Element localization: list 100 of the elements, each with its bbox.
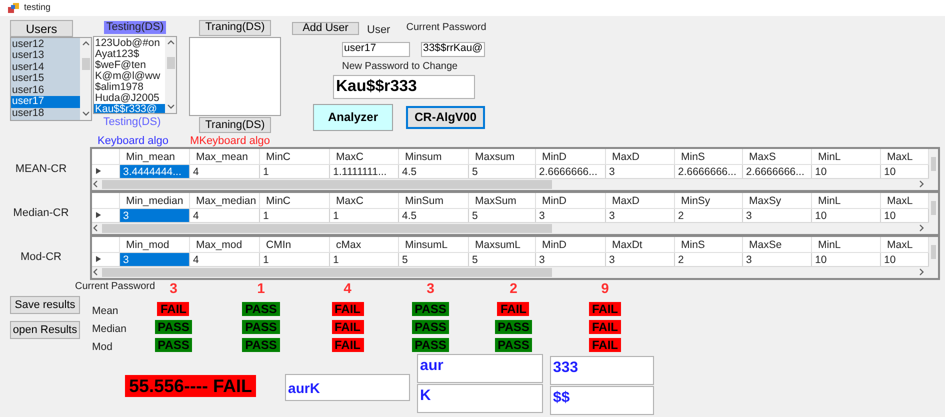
list-item[interactable]: user18: [11, 108, 80, 119]
column-header[interactable]: MinS: [675, 148, 743, 164]
table-cell[interactable]: 4.5: [399, 208, 469, 222]
table-cell[interactable]: 1: [260, 164, 330, 178]
list-item[interactable]: user17: [11, 96, 80, 108]
column-header[interactable]: Min_median: [120, 192, 190, 208]
table-cell[interactable]: 4: [190, 164, 260, 178]
table-cell[interactable]: 1: [330, 208, 399, 222]
table-cell[interactable]: 10: [812, 252, 881, 266]
scroll-left-icon[interactable]: [92, 180, 100, 188]
column-header[interactable]: Min_mean: [120, 148, 190, 164]
vertical-scrollbar[interactable]: [929, 192, 938, 234]
table-cell[interactable]: 2: [675, 208, 743, 222]
column-header[interactable]: MinD: [536, 148, 606, 164]
text-field[interactable]: 333: [550, 356, 654, 385]
column-header[interactable]: MinSy: [675, 192, 743, 208]
scroll-thumb[interactable]: [102, 224, 552, 232]
column-header[interactable]: MaxD: [606, 148, 675, 164]
list-item[interactable]: 123Uob@#on: [94, 38, 165, 48]
button[interactable]: Traning(DS): [199, 117, 271, 133]
table-cell[interactable]: 5: [469, 252, 536, 266]
column-header[interactable]: MinL: [812, 192, 881, 208]
table-cell[interactable]: 3: [536, 208, 606, 222]
column-header[interactable]: MaxSum: [469, 192, 536, 208]
scroll-right-icon[interactable]: [918, 180, 926, 188]
column-header[interactable]: Min_mod: [120, 236, 190, 252]
scroll-thumb[interactable]: [931, 200, 936, 214]
column-header[interactable]: MinsumL: [399, 236, 469, 252]
text-field[interactable]: 33$$rrKau@: [421, 42, 485, 56]
column-header[interactable]: MinD: [536, 192, 606, 208]
table-cell[interactable]: 2.6666666...: [536, 164, 606, 178]
scroll-thumb[interactable]: [102, 180, 552, 188]
list-item[interactable]: Ayat123$: [94, 48, 165, 60]
scrollbar[interactable]: [165, 37, 176, 113]
button[interactable]: Traning(DS): [199, 20, 271, 36]
scroll-right-icon[interactable]: [918, 268, 926, 276]
list-item[interactable]: Huda@J2005: [94, 92, 165, 104]
list-item[interactable]: user12: [11, 38, 80, 50]
column-header[interactable]: MaxDt: [606, 236, 675, 252]
column-header[interactable]: MaxC: [330, 148, 399, 164]
table-cell[interactable]: 2: [675, 252, 743, 266]
table-cell[interactable]: 3.4444444...: [120, 164, 190, 178]
button[interactable]: Users: [10, 20, 73, 37]
scrollbar[interactable]: [80, 38, 91, 120]
table-cell[interactable]: 2.6666666...: [675, 164, 743, 178]
column-header[interactable]: MinSum: [399, 192, 469, 208]
column-header[interactable]: Minsum: [399, 148, 469, 164]
table-cell[interactable]: 1.1111111...: [330, 164, 399, 178]
table-cell[interactable]: 4: [190, 252, 260, 266]
column-header[interactable]: Max_median: [190, 192, 260, 208]
table-cell[interactable]: 3: [743, 252, 812, 266]
table-cell[interactable]: 1: [260, 252, 330, 266]
column-header[interactable]: CMIn: [260, 236, 330, 252]
scroll-up-icon[interactable]: [166, 39, 174, 47]
column-header[interactable]: MaxSy: [743, 192, 812, 208]
list-item[interactable]: $weF@ten: [94, 60, 165, 70]
table-cell[interactable]: 10: [812, 208, 881, 222]
scroll-thumb[interactable]: [82, 58, 90, 70]
vertical-scrollbar[interactable]: [929, 148, 938, 190]
table-cell[interactable]: 3: [120, 208, 190, 222]
table-cell[interactable]: 4: [190, 208, 260, 222]
scroll-up-icon[interactable]: [82, 40, 90, 48]
column-header[interactable]: MaxsumL: [469, 236, 536, 252]
column-header[interactable]: MinS: [675, 236, 743, 252]
table-cell[interactable]: 5: [469, 164, 536, 178]
list-item[interactable]: $alim1978: [94, 82, 165, 92]
button[interactable]: open Results: [10, 321, 80, 339]
table-cell[interactable]: 5: [469, 208, 536, 222]
table-cell[interactable]: 2.6666666...: [743, 164, 812, 178]
table-cell[interactable]: 3: [606, 252, 675, 266]
scroll-thumb[interactable]: [102, 268, 552, 276]
table-cell[interactable]: 1: [330, 252, 399, 266]
column-header[interactable]: MaxS: [743, 148, 812, 164]
button[interactable]: Add User: [292, 22, 359, 35]
text-field[interactable]: Kau$$r333: [333, 74, 475, 98]
text-field[interactable]: aur: [417, 354, 544, 383]
scroll-left-icon[interactable]: [92, 224, 100, 232]
table-cell[interactable]: 3: [606, 208, 675, 222]
table-cell[interactable]: 3: [743, 208, 812, 222]
list-item[interactable]: Kau$$r333@: [94, 104, 165, 113]
button[interactable]: Save results: [10, 296, 80, 314]
table-cell[interactable]: 3: [120, 252, 190, 266]
column-header[interactable]: Maxsum: [469, 148, 536, 164]
horizontal-scrollbar[interactable]: [92, 222, 929, 234]
scroll-left-icon[interactable]: [92, 268, 100, 276]
table-cell[interactable]: 10: [812, 164, 881, 178]
vertical-scrollbar[interactable]: [929, 236, 938, 278]
list-item[interactable]: user15: [11, 73, 80, 84]
table-cell[interactable]: 5: [399, 252, 469, 266]
column-header[interactable]: MinC: [260, 192, 330, 208]
list-item[interactable]: user16: [11, 84, 80, 96]
column-header[interactable]: MinC: [260, 148, 330, 164]
scroll-thumb[interactable]: [166, 57, 174, 69]
column-header[interactable]: MaxSe: [743, 236, 812, 252]
scroll-thumb[interactable]: [931, 244, 936, 258]
column-header[interactable]: Max_mod: [190, 236, 260, 252]
list-item[interactable]: user14: [11, 62, 80, 73]
scroll-down-icon[interactable]: [82, 110, 90, 118]
table-cell[interactable]: 4.5: [399, 164, 469, 178]
action-button[interactable]: Analyzer: [313, 104, 393, 130]
